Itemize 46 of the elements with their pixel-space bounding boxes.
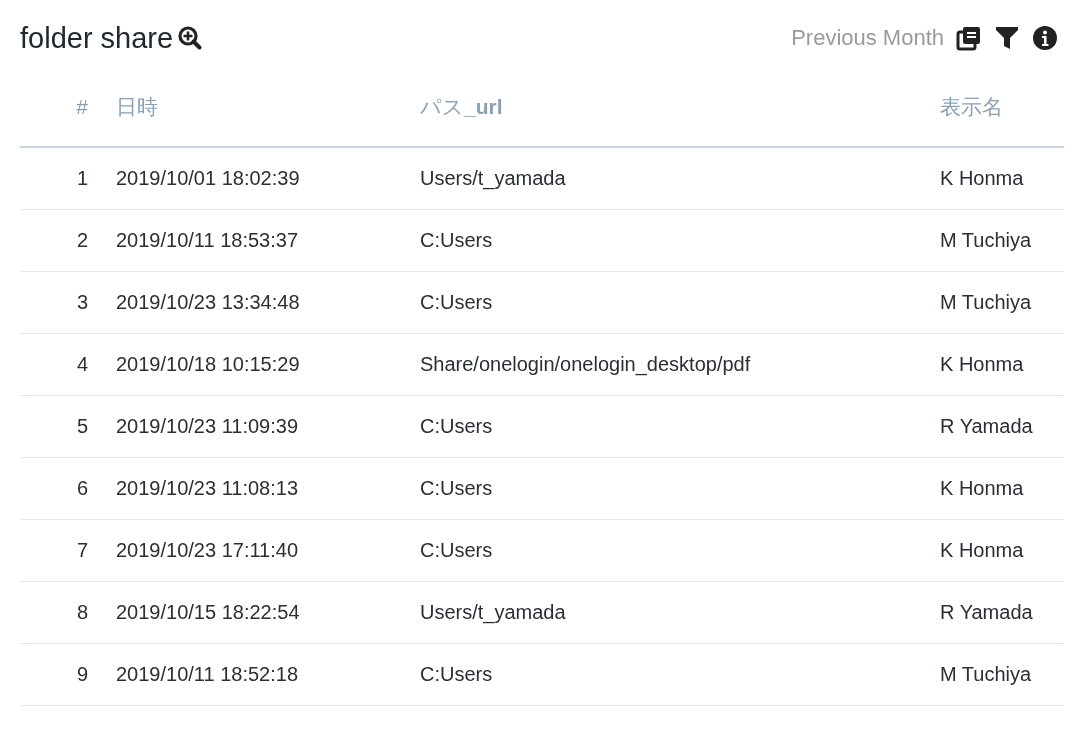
zoom-in-icon[interactable] xyxy=(177,25,204,51)
table-cell: 3 xyxy=(20,271,116,334)
column-header[interactable]: 表示名 xyxy=(940,68,1064,147)
copy-icon[interactable] xyxy=(956,25,982,51)
table-cell: 1 xyxy=(20,147,116,210)
table-cell: 2019/10/18 10:15:29 xyxy=(116,333,420,396)
table-cell: C:Users xyxy=(420,643,940,706)
table-cell: 2019/10/11 18:53:37 xyxy=(116,209,420,272)
table-cell: K Honma xyxy=(940,519,1064,582)
table-cell: M Tuchiya xyxy=(940,643,1064,706)
table-cell: 2019/10/15 18:22:54 xyxy=(116,581,420,644)
table-cell: 2019/10/01 18:02:39 xyxy=(116,147,420,210)
table-cell: K Honma xyxy=(940,457,1064,520)
page-title: folder share xyxy=(20,21,174,55)
table-cell: 2019/10/23 11:08:13 xyxy=(116,457,420,520)
table-cell: Users/t_yamada xyxy=(420,147,940,210)
table-cell: 5 xyxy=(20,395,116,458)
table-cell: 2019/10/11 18:52:18 xyxy=(116,643,420,706)
table-cell: 8 xyxy=(20,581,116,644)
info-icon[interactable] xyxy=(1032,25,1058,51)
filter-icon[interactable] xyxy=(994,25,1020,51)
table-cell: C:Users xyxy=(420,519,940,582)
table-cell: Share/onelogin/onelogin_desktop/pdf xyxy=(420,333,940,396)
table-cell: K Honma xyxy=(940,147,1064,210)
table-cell: C:Users xyxy=(420,209,940,272)
table-cell: 9 xyxy=(20,643,116,706)
table-cell: R Yamada xyxy=(940,395,1064,458)
period-label: Previous Month xyxy=(791,25,944,51)
table-cell: C:Users xyxy=(420,271,940,334)
table-cell: 4 xyxy=(20,333,116,396)
table-cell: R Yamada xyxy=(940,581,1064,644)
table-cell: 2 xyxy=(20,209,116,272)
table-cell: 2019/10/23 11:09:39 xyxy=(116,395,420,458)
table-cell: M Tuchiya xyxy=(940,209,1064,272)
column-header[interactable]: パス_url xyxy=(420,68,940,147)
column-header[interactable]: 日時 xyxy=(116,68,420,147)
table-cell: 7 xyxy=(20,519,116,582)
table-cell: C:Users xyxy=(420,395,940,458)
table-cell: C:Users xyxy=(420,457,940,520)
table-cell: 2019/10/23 17:11:40 xyxy=(116,519,420,582)
table-cell: M Tuchiya xyxy=(940,271,1064,334)
table-cell: 6 xyxy=(20,457,116,520)
table-cell: 2019/10/23 13:34:48 xyxy=(116,271,420,334)
column-header[interactable]: # xyxy=(20,68,116,147)
table-cell: K Honma xyxy=(940,333,1064,396)
table-cell: Users/t_yamada xyxy=(420,581,940,644)
